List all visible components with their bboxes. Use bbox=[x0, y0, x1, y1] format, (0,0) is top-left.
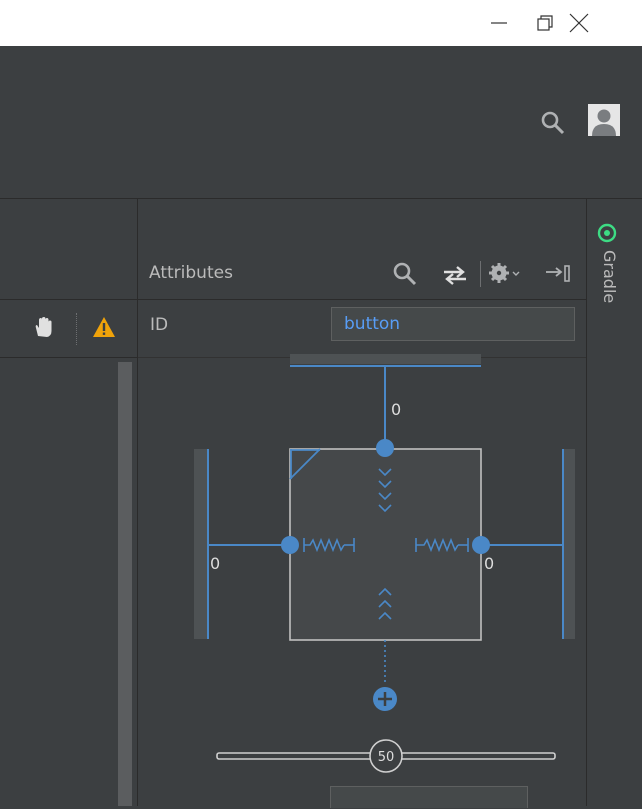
search-icon[interactable] bbox=[540, 110, 566, 136]
window-title-bar bbox=[0, 0, 642, 46]
close-button[interactable] bbox=[556, 0, 602, 46]
right-margin-value[interactable]: 0 bbox=[484, 554, 494, 573]
close-icon bbox=[569, 13, 589, 33]
hide-panel-icon[interactable] bbox=[544, 263, 572, 283]
attributes-panel: Attributes ID button 0 0 0 50 bbox=[138, 199, 586, 808]
gradle-icon[interactable] bbox=[597, 223, 617, 243]
navigation-bar bbox=[0, 152, 642, 199]
bias-slider-value: 50 bbox=[378, 750, 395, 765]
hand-icon[interactable] bbox=[32, 316, 54, 338]
top-anchor[interactable] bbox=[376, 439, 394, 457]
constraint-widget: 0 0 0 50 bbox=[194, 354, 575, 773]
add-bottom-constraint-icon[interactable] bbox=[373, 687, 397, 711]
warning-icon[interactable] bbox=[92, 316, 116, 338]
bias-slider[interactable]: 50 bbox=[216, 739, 556, 773]
minimize-button[interactable] bbox=[476, 0, 522, 46]
left-anchor[interactable] bbox=[281, 536, 299, 554]
main-toolbar bbox=[0, 94, 642, 153]
header-separator bbox=[480, 261, 481, 287]
attributes-search-icon[interactable] bbox=[392, 261, 418, 287]
restore-icon bbox=[537, 15, 553, 31]
top-margin-value[interactable]: 0 bbox=[391, 400, 401, 419]
right-anchor[interactable] bbox=[472, 536, 490, 554]
design-panel-header bbox=[0, 249, 137, 300]
menu-bar bbox=[0, 46, 642, 95]
id-field[interactable] bbox=[331, 307, 575, 341]
layout-width-dropdown[interactable] bbox=[330, 786, 528, 808]
toolbar-separator bbox=[76, 313, 77, 345]
gradle-tab[interactable]: Gradle bbox=[600, 250, 619, 303]
left-margin-value[interactable]: 0 bbox=[210, 554, 220, 573]
attributes-title: Attributes bbox=[149, 263, 233, 283]
vertical-scrollbar[interactable] bbox=[118, 362, 132, 806]
gear-icon[interactable] bbox=[488, 261, 522, 285]
swap-view-icon[interactable] bbox=[442, 265, 468, 285]
top-constraint-handle[interactable] bbox=[290, 354, 481, 364]
design-panel-toolbar bbox=[0, 299, 137, 358]
minimize-icon bbox=[491, 22, 507, 24]
user-avatar-icon[interactable] bbox=[588, 104, 620, 136]
design-panel bbox=[0, 199, 138, 806]
id-label: ID bbox=[150, 315, 169, 335]
